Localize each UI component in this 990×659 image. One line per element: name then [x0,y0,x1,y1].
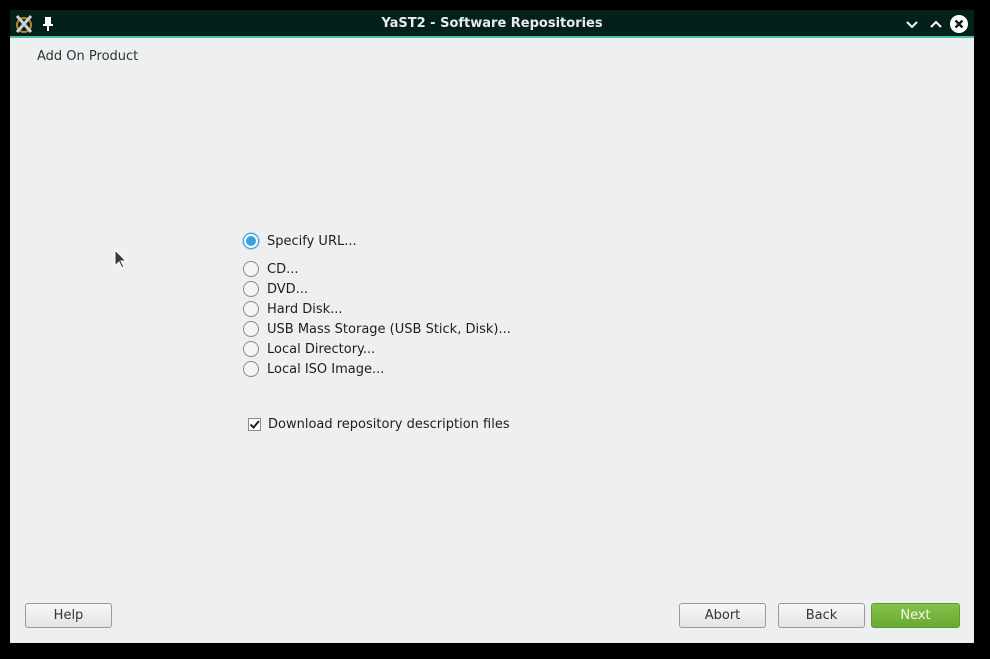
radio-specify-url[interactable]: Specify URL... [243,233,357,249]
download-descriptions-checkbox[interactable] [248,418,261,431]
page-heading: Add On Product [37,49,139,64]
radio-local-iso[interactable]: Local ISO Image... [243,361,384,377]
titlebar[interactable]: YaST2 - Software Repositories [10,10,974,38]
radio-dvd[interactable]: DVD... [243,281,308,297]
back-button[interactable]: Back [778,603,865,628]
radio-button[interactable] [243,281,259,297]
abort-button[interactable]: Abort [679,603,766,628]
radio-cd[interactable]: CD... [243,261,298,277]
close-button[interactable] [949,14,969,34]
radio-button[interactable] [243,341,259,357]
radio-label: Hard Disk... [267,301,343,317]
next-button[interactable]: Next [871,603,960,628]
checkbox-label: Download repository description files [268,417,510,432]
radio-label: Specify URL... [267,233,357,249]
maximize-button[interactable] [926,14,946,34]
radio-local-directory[interactable]: Local Directory... [243,341,375,357]
help-button[interactable]: Help [25,603,112,628]
radio-label: USB Mass Storage (USB Stick, Disk)... [267,321,511,337]
minimize-button[interactable] [902,14,922,34]
checkmark-icon [249,420,260,429]
window-title: YaST2 - Software Repositories [381,16,603,31]
radio-button[interactable] [243,361,259,377]
radio-label: Local Directory... [267,341,376,357]
mouse-cursor-icon [114,249,128,269]
radio-button-checked[interactable] [243,233,259,249]
radio-label: CD... [267,261,299,277]
download-descriptions-checkbox-row[interactable]: Download repository description files [248,417,510,432]
radio-button[interactable] [243,261,259,277]
radio-button[interactable] [243,301,259,317]
radio-hard-disk[interactable]: Hard Disk... [243,301,343,317]
radio-label: DVD... [267,281,309,297]
radio-button[interactable] [243,321,259,337]
radio-usb-storage[interactable]: USB Mass Storage (USB Stick, Disk)... [243,321,511,337]
radio-label: Local ISO Image... [267,361,385,377]
yast-window: YaST2 - Software Repositories Add On Pro… [10,10,974,643]
